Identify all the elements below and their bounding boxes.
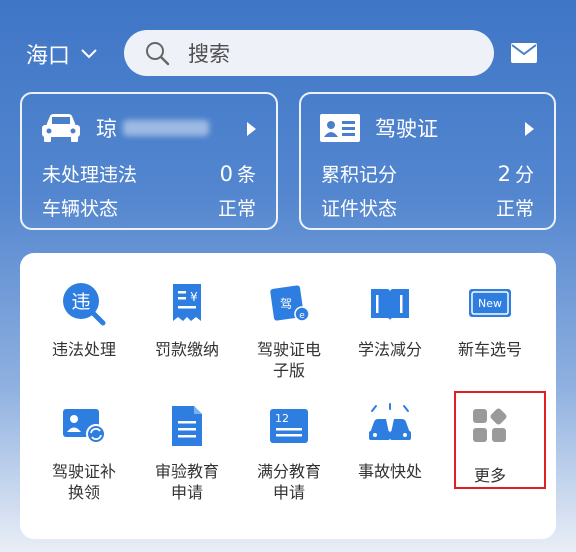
service-violation[interactable]: 违 违法处理 <box>34 281 134 360</box>
search-input[interactable]: 搜索 <box>124 30 494 76</box>
points-label: 累积记分 <box>321 164 398 186</box>
service-label: 满分教育申请 <box>256 462 321 502</box>
vehicle-status-value: 正常 <box>217 198 256 220</box>
points-row: 累积记分 2分 <box>321 160 534 187</box>
violation-label: 未处理违法 <box>42 164 138 186</box>
chevron-down-icon <box>81 49 97 59</box>
calendar-icon: 12 <box>270 409 308 443</box>
car-icon <box>42 114 80 142</box>
top-bar: 海口 搜索 <box>0 30 576 76</box>
service-label: 新车选号 <box>457 340 522 359</box>
service-review-education[interactable]: 审验教育申请 <box>137 403 237 503</box>
study-book-icon <box>371 289 409 321</box>
service-label: 审验教育申请 <box>154 462 219 502</box>
search-icon <box>146 42 170 66</box>
points-value: 2 <box>497 162 511 186</box>
service-fine-payment[interactable]: ¥ 罚款缴纳 <box>137 281 237 360</box>
violation-icon: 违 <box>63 283 106 326</box>
more-highlight-box <box>454 391 546 489</box>
vehicle-status-label: 车辆状态 <box>42 198 119 220</box>
svg-text:¥: ¥ <box>190 290 198 304</box>
service-new-plate[interactable]: New 新车选号 <box>440 281 540 360</box>
vehicle-card[interactable]: 琼 未处理违法 0条 车辆状态 正常 <box>20 92 278 230</box>
service-study[interactable]: 学法减分 <box>340 281 440 360</box>
vehicle-status-row: 车辆状态 正常 <box>42 194 256 221</box>
license-card-title: 驾驶证 <box>375 117 438 141</box>
violation-unit: 条 <box>236 164 256 186</box>
violation-row: 未处理违法 0条 <box>42 160 256 187</box>
license-status-label: 证件状态 <box>321 198 398 220</box>
fine-payment-icon: ¥ <box>173 284 201 321</box>
service-label: 罚款缴纳 <box>154 340 219 359</box>
svg-text:违: 违 <box>71 291 90 313</box>
chevron-right-icon <box>525 122 534 136</box>
service-label: 违法处理 <box>51 340 116 359</box>
license-status-row: 证件状态 正常 <box>321 194 534 221</box>
service-label: 事故快处 <box>357 462 422 481</box>
violation-count: 0 <box>219 162 233 186</box>
vehicle-card-header: 琼 <box>40 112 209 144</box>
service-label: 驾驶证补换领 <box>51 462 116 502</box>
license-card-header: 驾驶证 <box>319 112 438 144</box>
mail-icon[interactable] <box>510 42 538 64</box>
new-plate-icon: New <box>469 289 511 317</box>
svg-text:e: e <box>299 311 305 321</box>
plate-number-blurred <box>123 120 209 136</box>
service-label: 驾驶证电子版 <box>256 340 321 380</box>
city-label: 海口 <box>26 44 71 69</box>
accident-icon <box>369 403 411 440</box>
city-selector[interactable]: 海口 <box>26 38 98 70</box>
service-e-license[interactable]: 驾 e 驾驶证电子版 <box>239 281 339 381</box>
document-icon <box>172 406 202 446</box>
e-license-icon: 驾 e <box>270 285 310 322</box>
license-status-value: 正常 <box>495 198 534 220</box>
id-card-icon <box>320 114 360 142</box>
service-accident[interactable]: 事故快处 <box>340 403 440 482</box>
plate-prefix: 琼 <box>96 117 117 141</box>
svg-text:驾: 驾 <box>280 297 292 311</box>
svg-text:12: 12 <box>275 412 289 425</box>
services-panel: 违 违法处理 ¥ 罚款缴纳 驾 e 驾驶证电子版 学法减分 New 新车选号 驾… <box>20 253 556 539</box>
service-license-renew[interactable]: 驾驶证补换领 <box>34 403 134 503</box>
license-renew-icon <box>63 409 106 444</box>
points-unit: 分 <box>514 164 534 186</box>
service-label: 学法减分 <box>357 340 422 359</box>
svg-text:New: New <box>478 297 502 310</box>
search-placeholder: 搜索 <box>188 42 230 66</box>
service-full-score-education[interactable]: 12 满分教育申请 <box>239 403 339 503</box>
license-card[interactable]: 驾驶证 累积记分 2分 证件状态 正常 <box>299 92 556 230</box>
chevron-right-icon <box>247 122 256 136</box>
